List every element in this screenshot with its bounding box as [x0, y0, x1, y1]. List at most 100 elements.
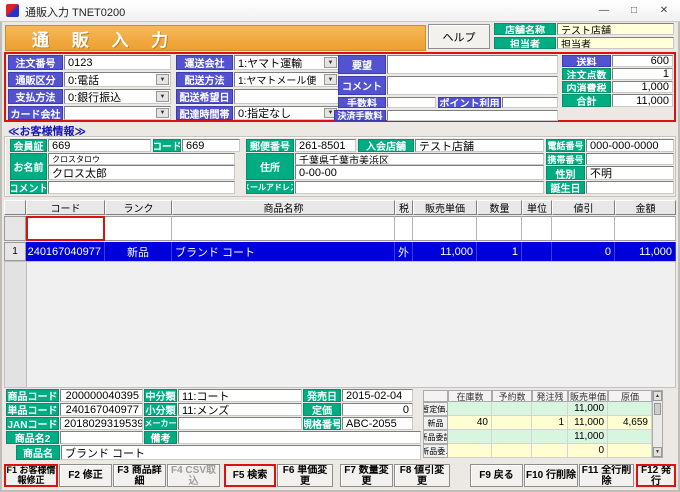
chevron-down-icon[interactable]: ▼ [324, 57, 337, 68]
payment-select[interactable]: 0:銀行振込 ▼ [64, 89, 171, 104]
entry-name-cell[interactable] [172, 216, 395, 241]
shipping-fee-field[interactable]: 600 [612, 55, 673, 67]
f5-search-button[interactable]: F5 検索 [224, 464, 276, 487]
payment-value: 0:銀行振込 [68, 89, 121, 104]
customer-code-field[interactable]: 669 [182, 139, 240, 152]
phone-field[interactable]: 000-000-0000 [586, 139, 674, 152]
shipping-fee-label: 送料 [562, 55, 611, 67]
item-rank-cell[interactable]: 新品 [105, 242, 172, 261]
sales-type-select[interactable]: 0:電話 ▼ [64, 72, 171, 87]
scroll-down-icon[interactable]: ▼ [653, 447, 662, 457]
f11-delete-all-rows-button[interactable]: F11 全行削除 [579, 464, 634, 487]
card-company-label: カード会社 [8, 106, 63, 120]
staff-label: 担当者 [494, 37, 556, 49]
f12-issue-button[interactable]: F12 発行 [636, 464, 676, 487]
item-rownum-cell[interactable]: 1 [4, 242, 26, 261]
customer-name-label: お名前 [10, 153, 47, 180]
stock-cell [608, 402, 652, 416]
stock-cell [448, 402, 492, 416]
item-code-entry-cell[interactable] [26, 216, 105, 241]
f9-back-button[interactable]: F9 戻る [470, 464, 523, 487]
chevron-down-icon[interactable]: ▼ [156, 91, 169, 102]
item-tax-cell[interactable]: 外 [395, 242, 413, 261]
standard-no-field: ABC-2055 [342, 417, 413, 430]
product-name2-label: 商品名2 [6, 431, 59, 444]
stock-header-onhand: 在庫数 [448, 390, 492, 402]
item-discount-cell[interactable]: 0 [552, 242, 615, 261]
stock-row-label: 新品委.. [423, 444, 448, 458]
points-field[interactable] [502, 97, 558, 108]
entry-qty-cell[interactable] [477, 216, 522, 241]
chevron-down-icon[interactable]: ▼ [156, 74, 169, 85]
close-button[interactable]: ✕ [650, 0, 678, 21]
stock-cell [608, 430, 652, 444]
delivery-date-field[interactable] [234, 89, 339, 104]
store-name-label: 店舗名称 [494, 23, 556, 35]
items-header-qty: 数量 [477, 200, 522, 215]
chevron-down-icon[interactable]: ▼ [156, 108, 169, 118]
f8-discount-change-button[interactable]: F8 値引変更 [394, 464, 450, 487]
address-line1-field[interactable]: 千葉県千葉市美浜区 [295, 153, 544, 165]
order-no-field[interactable]: 0123 [64, 55, 171, 70]
window-title: 通販入力 TNET0200 [25, 4, 125, 20]
items-header-price: 販売単価 [413, 200, 477, 215]
stock-cell: 11,000 [568, 402, 608, 416]
order-comment-field[interactable] [387, 76, 558, 95]
scroll-up-icon[interactable]: ▲ [653, 391, 662, 401]
customer-comment-field[interactable] [48, 181, 235, 194]
gender-field[interactable]: 不明 [586, 166, 674, 180]
stock-cell: 0 [568, 444, 608, 458]
item-qty-cell[interactable]: 1 [477, 242, 522, 261]
item-amount-cell[interactable]: 11,000 [615, 242, 676, 261]
f1-customer-edit-button[interactable]: F1 お客様情報修正 [4, 464, 58, 487]
item-code-cell[interactable]: 240167040977 [26, 242, 105, 261]
delivery-method-select[interactable]: 1:ヤマトメール便 ▼ [234, 72, 339, 87]
chevron-down-icon[interactable]: ▼ [324, 74, 337, 85]
entry-discount-cell[interactable] [552, 216, 615, 241]
entry-amount-cell[interactable] [615, 216, 676, 241]
item-unit-cell[interactable] [522, 242, 552, 261]
member-id-field[interactable]: 669 [48, 139, 151, 152]
title-bar: 通販入力 TNET0200 — □ ✕ [0, 0, 680, 22]
stock-scrollbar[interactable]: ▲ ▼ [652, 390, 663, 458]
note-field [178, 431, 421, 444]
f6-unit-price-change-button[interactable]: F6 単価変更 [277, 464, 333, 487]
items-header-code: コード [26, 200, 105, 215]
note-label: 備考 [144, 431, 177, 444]
stock-cell [448, 430, 492, 444]
postal-field[interactable]: 261-8501 [295, 139, 356, 152]
carrier-select[interactable]: 1:ヤマト運輸 ▼ [234, 55, 339, 70]
app-icon [6, 4, 19, 17]
help-button[interactable]: ヘルプ [428, 24, 490, 49]
entry-price-cell[interactable] [413, 216, 477, 241]
item-name-cell[interactable]: ブランド コート [172, 242, 395, 261]
entry-unit-cell[interactable] [522, 216, 552, 241]
address-line2-field[interactable]: 0-00-00 [295, 165, 544, 180]
customer-name-field[interactable]: クロス太郎 [48, 165, 235, 180]
card-company-select[interactable]: ▼ [64, 106, 171, 120]
store-name-field: テスト店舗 [557, 23, 674, 35]
birthday-field[interactable] [586, 181, 674, 194]
f2-edit-button[interactable]: F2 修正 [59, 464, 112, 487]
customer-kana-field[interactable]: クロスタロウ [48, 153, 235, 165]
mobile-field[interactable] [586, 153, 674, 165]
delivery-time-select[interactable]: 0:指定なし ▼ [234, 106, 339, 120]
entry-rank-cell[interactable] [105, 216, 172, 241]
product-item-code-field: 200000040395 [60, 389, 143, 402]
settlement-fee-field[interactable] [387, 110, 558, 121]
maximize-button[interactable]: □ [620, 0, 648, 21]
item-price-cell[interactable]: 11,000 [413, 242, 477, 261]
product-name-field: ブランド コート [61, 445, 421, 460]
entry-tax-cell[interactable] [395, 216, 413, 241]
release-date-field: 2015-02-04 [342, 389, 413, 402]
email-field[interactable] [295, 181, 544, 194]
minimize-button[interactable]: — [590, 0, 618, 21]
request-field[interactable] [387, 55, 558, 74]
join-store-field[interactable]: テスト店舗 [415, 139, 544, 152]
fee-field[interactable] [387, 97, 436, 108]
scrollbar-thumb[interactable] [654, 403, 661, 415]
f3-product-detail-button[interactable]: F3 商品詳細 [113, 464, 166, 487]
f7-qty-change-button[interactable]: F7 数量変更 [340, 464, 393, 487]
f10-delete-row-button[interactable]: F10 行削除 [524, 464, 578, 487]
product-single-code-field: 240167040977 [60, 403, 143, 416]
